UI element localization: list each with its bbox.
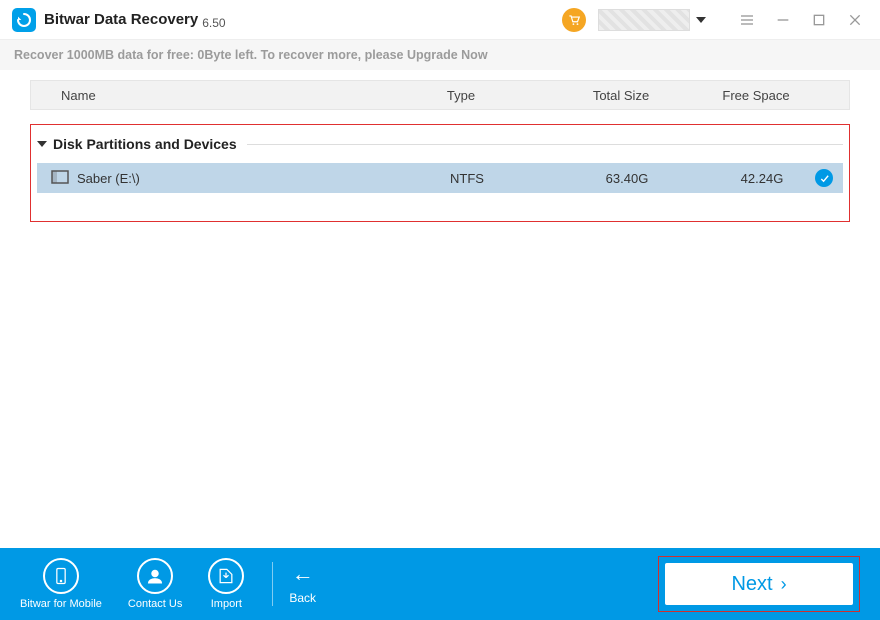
partition-row[interactable]: Saber (E:\) NTFS 63.40G 42.24G [37,163,843,193]
bottom-bar: Bitwar for Mobile Contact Us Import ← Ba… [0,548,880,620]
bitwar-mobile-button[interactable]: Bitwar for Mobile [20,558,102,610]
minimize-button[interactable] [770,7,796,33]
close-icon [847,12,863,28]
minimize-icon [775,12,791,28]
app-title: Bitwar Data Recovery [44,11,198,28]
next-button[interactable]: Next › [665,563,853,605]
col-header-type[interactable]: Type [371,88,551,103]
partition-highlight-box: Disk Partitions and Devices Saber (E:\) … [30,124,850,222]
maximize-button[interactable] [806,7,832,33]
cart-icon [567,13,581,27]
section-title: Disk Partitions and Devices [53,136,237,152]
import-button[interactable]: Import [208,558,244,610]
next-highlight-box: Next › [658,556,860,612]
next-label: Next [731,573,772,596]
partition-free: 42.24G [697,171,827,186]
dropdown-caret-icon[interactable] [696,17,706,23]
contact-icon [137,558,173,594]
col-header-size[interactable]: Total Size [551,88,691,103]
cart-button[interactable] [562,8,586,32]
close-button[interactable] [842,7,868,33]
promo-bar[interactable]: Recover 1000MB data for free: 0Byte left… [0,40,880,70]
import-icon [208,558,244,594]
disclosure-triangle-icon[interactable] [37,141,47,147]
user-dropdown[interactable] [598,9,690,31]
section-divider [247,144,843,145]
mobile-label: Bitwar for Mobile [20,598,102,610]
menu-button[interactable] [734,7,760,33]
back-button[interactable]: ← Back [289,563,316,605]
titlebar: Bitwar Data Recovery 6.50 [0,0,880,40]
col-header-name[interactable]: Name [31,88,371,103]
selected-check-icon [815,169,833,187]
contact-label: Contact Us [128,598,182,610]
chevron-right-icon: › [781,574,787,595]
partition-size: 63.40G [557,171,697,186]
app-logo-icon [12,8,36,32]
contact-us-button[interactable]: Contact Us [128,558,182,610]
section-header[interactable]: Disk Partitions and Devices [37,131,843,157]
table-header: Name Type Total Size Free Space [30,80,850,110]
mobile-icon [43,558,79,594]
back-label: Back [289,591,316,605]
app-version: 6.50 [202,16,225,30]
bottom-divider [272,562,273,606]
partition-type: NTFS [377,171,557,186]
drive-icon [51,170,69,187]
col-header-free[interactable]: Free Space [691,88,821,103]
maximize-icon [811,12,827,28]
hamburger-icon [739,12,755,28]
back-arrow-icon: ← [292,563,314,585]
promo-text: Recover 1000MB data for free: 0Byte left… [14,48,488,62]
import-label: Import [211,598,242,610]
partition-name: Saber (E:\) [77,171,140,186]
main-content: Name Type Total Size Free Space Disk Par… [0,70,880,222]
